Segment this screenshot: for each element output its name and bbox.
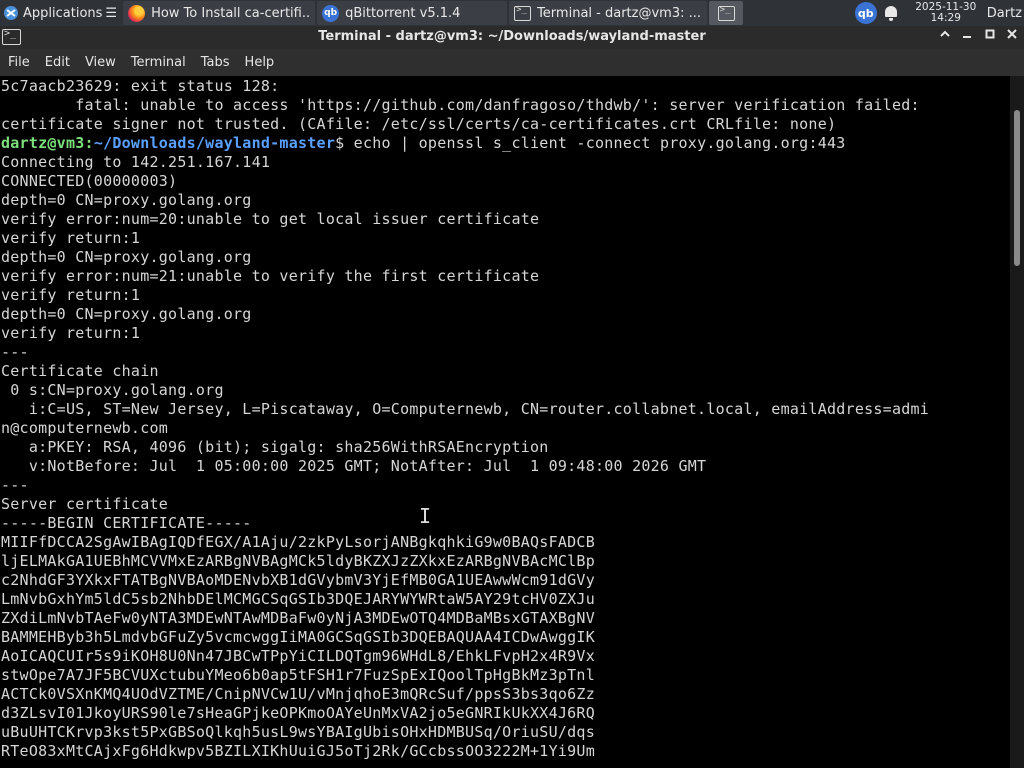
output-line: stwOpe7A7JF5BCVUXctubuYMeo6b0ap5tFSH1r7F… bbox=[1, 666, 595, 684]
task-firefox[interactable]: How To Install ca-certifi... bbox=[123, 1, 316, 25]
prompt-user: dartz@vm3 bbox=[1, 134, 85, 152]
output-line: 5c7aacb23629: exit status 128: bbox=[1, 77, 280, 95]
menu-terminal[interactable]: Terminal bbox=[125, 55, 192, 70]
output-line: n@computernewb.com bbox=[1, 419, 169, 437]
prompt-separator: : bbox=[84, 134, 94, 152]
clock-time: 14:29 bbox=[930, 12, 961, 24]
menu-bar: File Edit View Terminal Tabs Help bbox=[0, 49, 1024, 76]
applications-menu-button[interactable]: Applications ☰ bbox=[0, 0, 121, 26]
output-line: i:C=US, ST=New Jersey, L=Piscataway, O=C… bbox=[1, 400, 930, 418]
output-line: depth=0 CN=proxy.golang.org bbox=[1, 305, 252, 323]
maximize-up-icon[interactable] bbox=[936, 28, 954, 46]
task-label: How To Install ca-certifi... bbox=[151, 5, 311, 21]
output-line: Connecting to 142.251.167.141 bbox=[1, 153, 271, 171]
output-line: --- bbox=[1, 476, 29, 494]
output-line: a:PKEY: RSA, 4096 (bit); sigalg: sha256W… bbox=[1, 438, 549, 456]
output-line: ljELMAkGA1UEBhMCVVMxEzARBgNVBAgMCk5ldyBK… bbox=[1, 552, 595, 570]
qbittorrent-icon: qb bbox=[322, 4, 340, 22]
terminal-icon bbox=[717, 5, 735, 21]
output-line: depth=0 CN=proxy.golang.org bbox=[1, 248, 252, 266]
task-label: Terminal - dartz@vm3: ... bbox=[537, 5, 701, 21]
output-line: verify error:num=21:unable to verify the… bbox=[1, 267, 540, 285]
output-line: -----BEGIN CERTIFICATE----- bbox=[1, 514, 252, 532]
terminal-output[interactable]: 5c7aacb23629: exit status 128: fatal: un… bbox=[0, 76, 1010, 768]
close-button[interactable] bbox=[1003, 28, 1021, 46]
maximize-button[interactable] bbox=[981, 28, 999, 46]
text-cursor-icon: I bbox=[419, 504, 432, 528]
terminal-icon bbox=[514, 5, 532, 21]
user-menu[interactable]: Dartz bbox=[987, 6, 1022, 21]
xfce-logo-icon bbox=[4, 6, 18, 20]
output-line: RTeO83xMtCAjxFg6Hdkwpv5BZILXIKhUuiGJ5oTj… bbox=[1, 742, 595, 760]
output-line: LmNvbGxhYm5ldC5sb2NhbDElMCMGCSqGSIb3DQEJ… bbox=[1, 590, 595, 608]
task-label: qBittorrent v5.1.4 bbox=[345, 5, 461, 21]
output-line: BAMMEHByb3h5LmdvbGFuZy5vcmcwggIiMA0GCSqG… bbox=[1, 628, 595, 646]
menu-help[interactable]: Help bbox=[239, 55, 281, 70]
command-output: Connecting to 142.251.167.141 CONNECTED(0… bbox=[1, 153, 1010, 761]
prompt-line: dartz@vm3:~/Downloads/wayland-master$ ec… bbox=[1, 134, 1010, 153]
menu-view[interactable]: View bbox=[79, 55, 122, 70]
output-line: d3ZLsvI01JkoyURS90le7sHeaGPjkeOPKmoOAYeU… bbox=[1, 704, 595, 722]
prompt-dollar: $ bbox=[335, 134, 345, 152]
output-line: depth=0 CN=proxy.golang.org bbox=[1, 191, 252, 209]
task-qbittorrent[interactable]: qb qBittorrent v5.1.4 bbox=[317, 1, 508, 25]
output-line: c2NhdGF3YXkxFTATBgNVBAoMDENvbXB1dGVybmV3… bbox=[1, 571, 595, 589]
output-line: ACTCk0VSXnKMQ4UOdVZTME/CnipNVCw1U/vMnjqh… bbox=[1, 685, 595, 703]
menu-tabs[interactable]: Tabs bbox=[195, 55, 236, 70]
top-panel: Applications ☰ How To Install ca-certifi… bbox=[0, 0, 1024, 26]
window-title: Terminal - dartz@vm3: ~/Downloads/waylan… bbox=[318, 29, 706, 44]
menu-icon: ☰ bbox=[105, 5, 118, 21]
output-line: v:NotBefore: Jul 1 05:00:00 2025 GMT; No… bbox=[1, 457, 707, 475]
task-terminal[interactable]: Terminal - dartz@vm3: ... bbox=[509, 1, 708, 25]
minimize-button[interactable] bbox=[958, 28, 976, 46]
output-line: uBuUHTCKrvp3kst5PxGBSoQlkqh5usL9wsYBAIgU… bbox=[1, 723, 595, 741]
scrollbar-thumb[interactable] bbox=[1014, 110, 1020, 266]
output-line: certificate signer not trusted. (CAfile:… bbox=[1, 115, 837, 133]
output-line: --- bbox=[1, 343, 29, 361]
qbittorrent-tray-icon[interactable]: qb bbox=[854, 2, 877, 24]
output-line: Certificate chain bbox=[1, 362, 159, 380]
prompt-path: ~/Downloads/wayland-master bbox=[93, 134, 336, 152]
output-line: MIIFfDCCA2SgAwIBAgIQDfEGX/A1Aju/2zkPyLso… bbox=[1, 533, 595, 551]
output-line: CONNECTED(00000003) bbox=[1, 172, 178, 190]
output-line: verify error:num=20:unable to get local … bbox=[1, 210, 540, 228]
menu-file[interactable]: File bbox=[2, 55, 36, 70]
applications-label: Applications bbox=[23, 5, 103, 21]
task-terminal-launcher[interactable] bbox=[709, 1, 744, 25]
output-line: verify return:1 bbox=[1, 286, 141, 304]
menu-edit[interactable]: Edit bbox=[39, 55, 76, 70]
output-line: fatal: unable to access 'https://github.… bbox=[1, 96, 920, 114]
firefox-icon bbox=[128, 4, 146, 22]
output-line: verify return:1 bbox=[1, 324, 141, 342]
clock[interactable]: 2025-11-30 14:29 bbox=[913, 2, 979, 24]
output-line: verify return:1 bbox=[1, 229, 141, 247]
notification-bell-icon[interactable] bbox=[883, 4, 899, 22]
output-line: Server certificate bbox=[1, 495, 169, 513]
window-titlebar[interactable]: Terminal - dartz@vm3: ~/Downloads/waylan… bbox=[0, 26, 1024, 49]
terminal-scrollbar[interactable] bbox=[1010, 76, 1024, 768]
output-line: ZXdiLmNvbTAeFw0yNTA3MDEwNTAwMDBaFw0yNjA3… bbox=[1, 609, 595, 627]
output-line: AoICAQCUIr5s9iKOH8U0Nn47JBCwTPpYiCILDQTg… bbox=[1, 647, 595, 665]
output-line: 0 s:CN=proxy.golang.org bbox=[1, 381, 224, 399]
command-text: echo | openssl s_client -connect proxy.g… bbox=[344, 134, 846, 152]
